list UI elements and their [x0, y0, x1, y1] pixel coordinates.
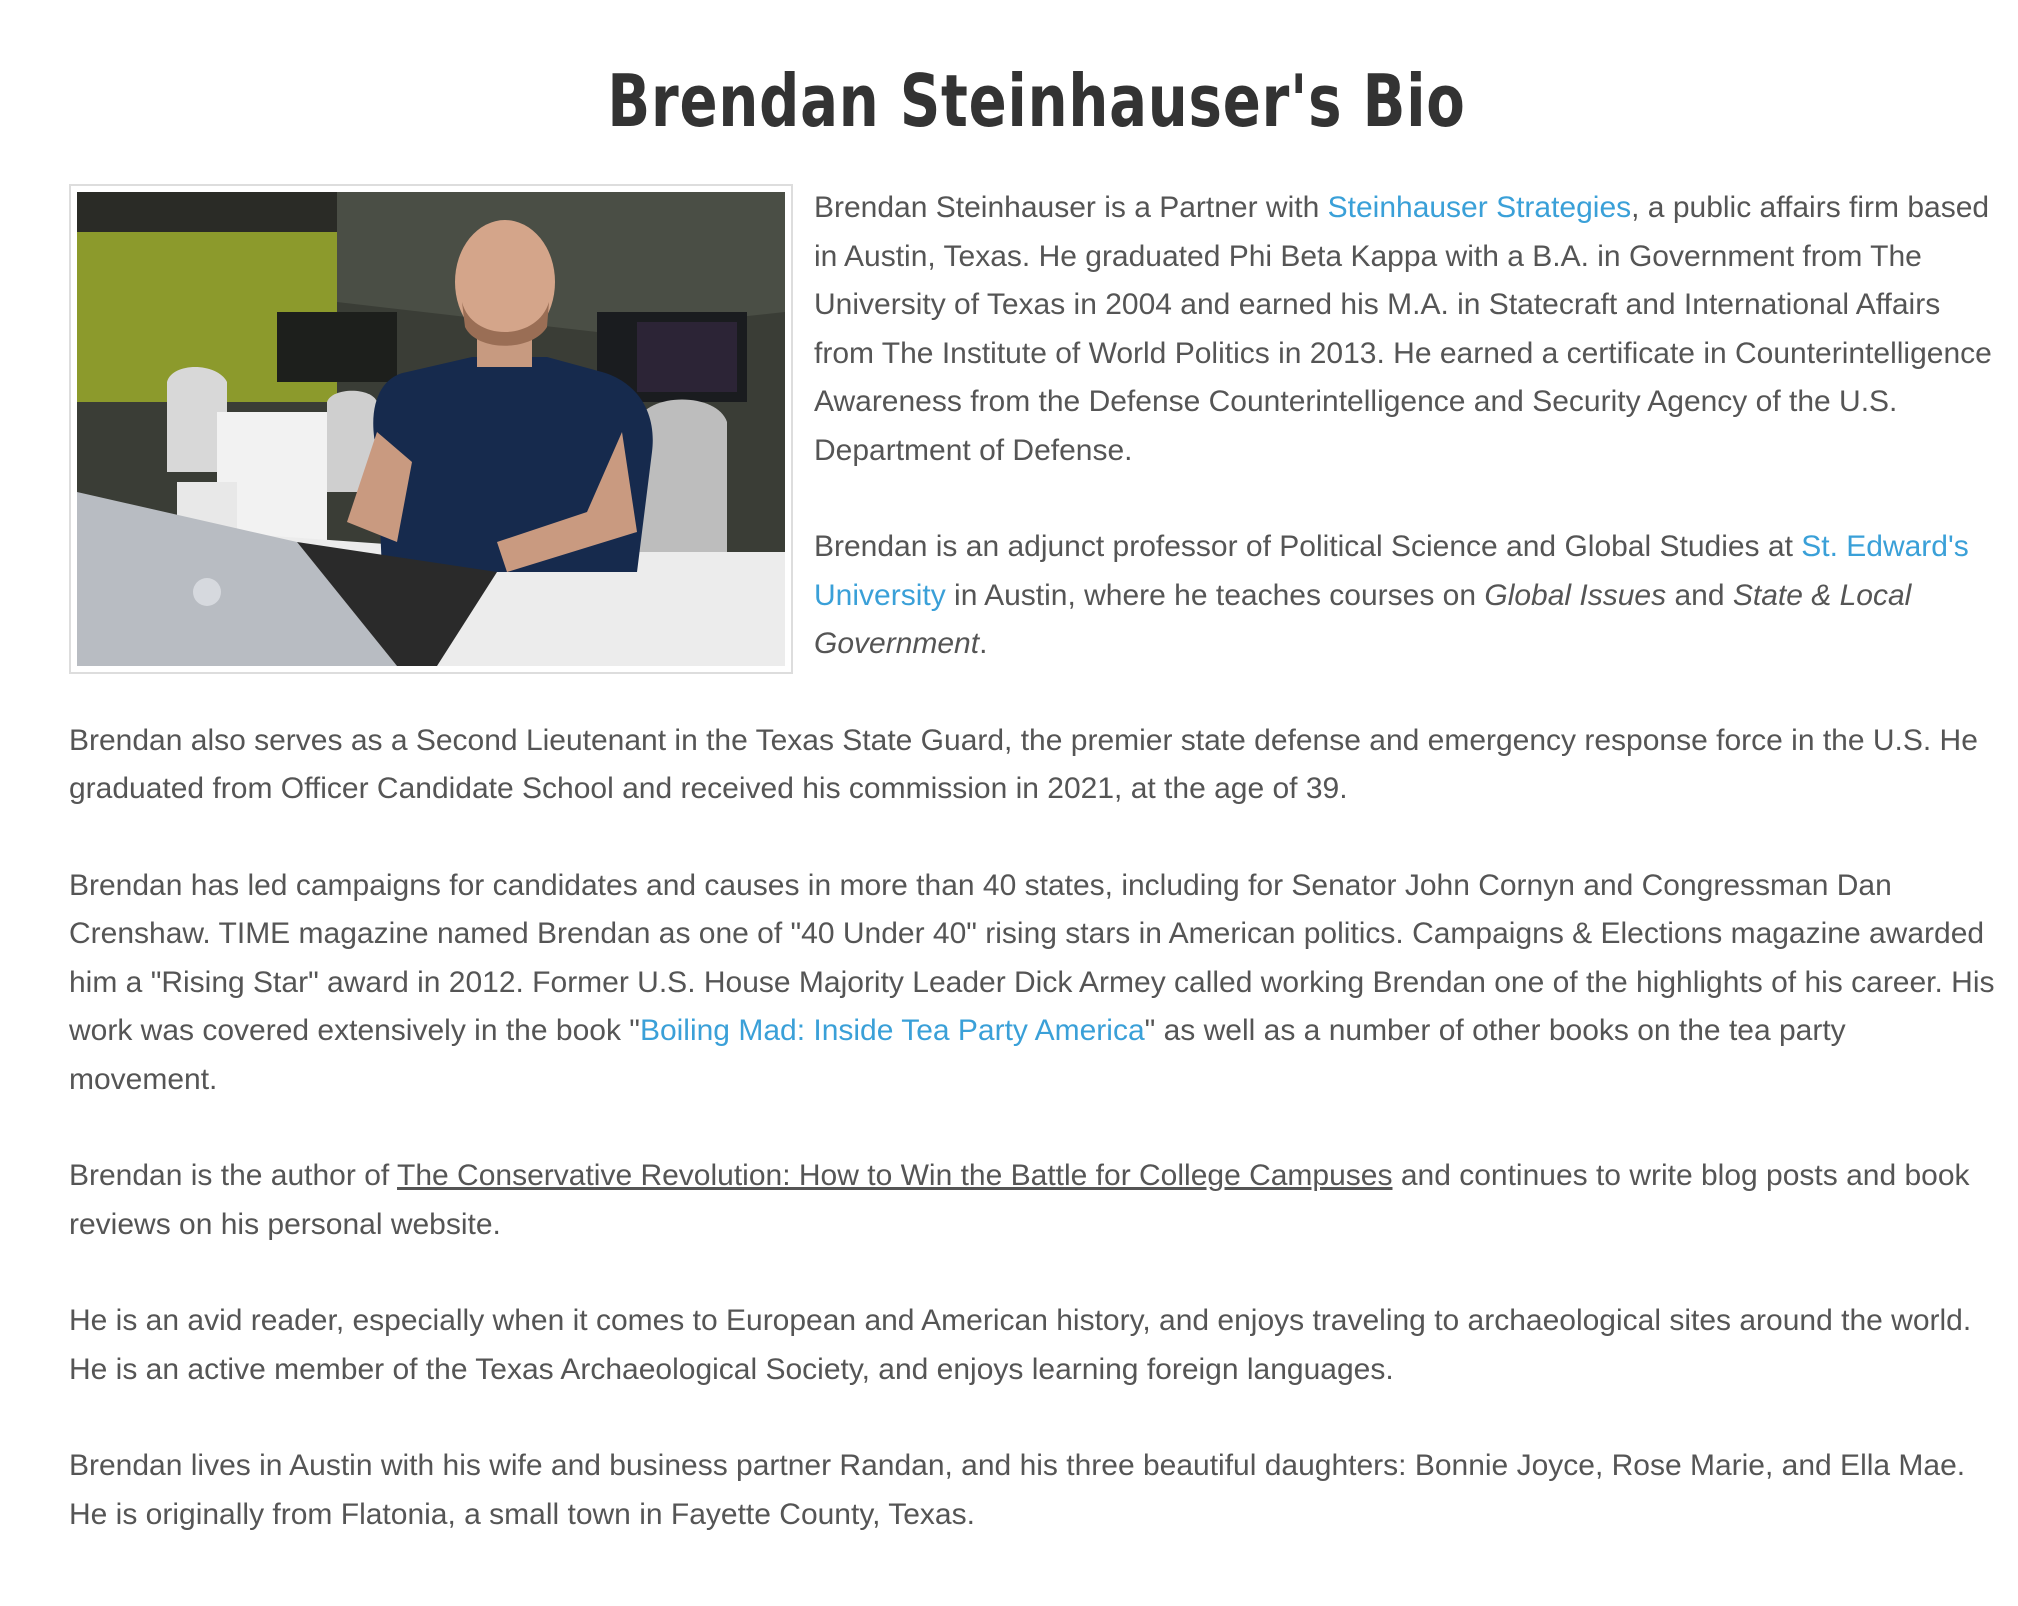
bio-text: , a public affairs firm based in Austin,… — [814, 191, 1992, 467]
conservative-revolution-book-title[interactable]: The Conservative Revolution: How to Win … — [397, 1159, 1392, 1192]
bio-paragraph-6: He is an avid reader, especially when it… — [69, 1304, 1972, 1386]
bio-text: in Austin, where he teaches courses on — [945, 578, 1485, 612]
bio-text: Brendan Steinhauser is a Partner with — [814, 191, 1328, 224]
bio-text: and — [1666, 578, 1733, 612]
steinhauser-strategies-link[interactable]: Steinhauser Strategies — [1328, 191, 1632, 224]
bio-paragraph-5: Brendan is the author of The Conservativ… — [69, 1152, 1999, 1249]
portrait-photo-frame — [69, 184, 793, 674]
bio-text: Brendan is the author of — [69, 1159, 398, 1192]
bio-content: Brendan Steinhauser is a Partner with St… — [69, 184, 1999, 1539]
boiling-mad-book-link[interactable]: Boiling Mad: Inside Tea Party America — [640, 1014, 1145, 1047]
page-title: Brendan Steinhauser's Bio — [607, 59, 1466, 143]
bio-text: . — [979, 627, 988, 660]
bio-text: Brendan is an adjunct professor of Polit… — [814, 530, 1802, 563]
bio-paragraph-7: Brendan lives in Austin with his wife an… — [69, 1449, 1966, 1531]
bio-paragraph-4: Brendan has led campaigns for candidates… — [69, 862, 1999, 1105]
portrait-photo — [77, 192, 785, 666]
bio-page: Brendan Steinhauser's Bio Brendan Steinh… — [69, 0, 2004, 1587]
course-title: Global Issues — [1484, 578, 1667, 612]
bio-paragraph-3: Brendan also serves as a Second Lieutena… — [69, 723, 1978, 806]
